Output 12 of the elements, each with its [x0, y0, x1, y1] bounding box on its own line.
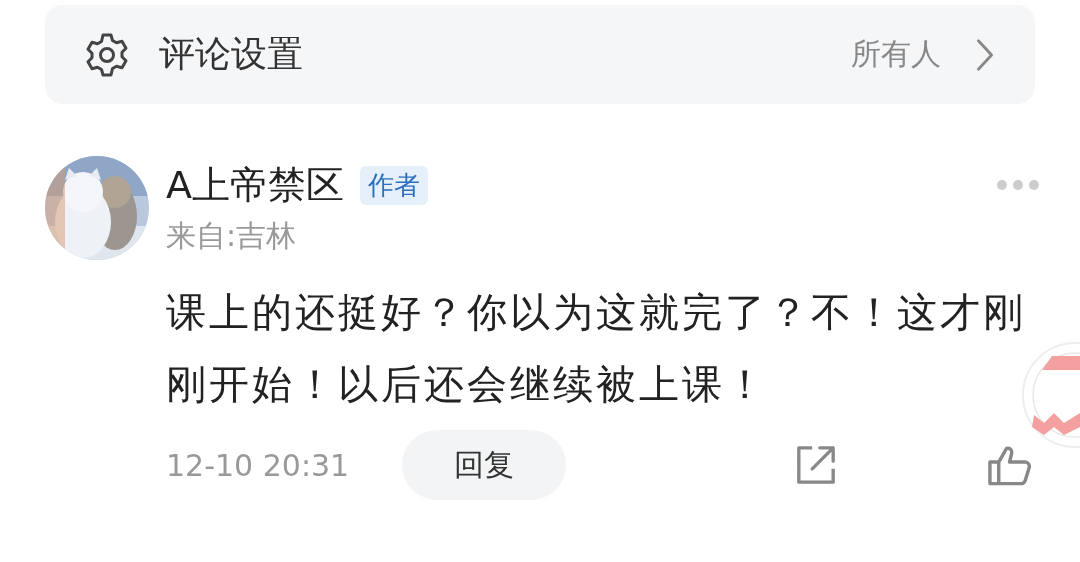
chevron-right-icon — [975, 37, 995, 72]
author-badge: 作者 — [360, 165, 428, 205]
comment-time: 12-10 20:31 — [166, 447, 351, 483]
settings-value: 所有人 — [851, 35, 941, 73]
author-name[interactable]: A上帝禁区 — [166, 159, 344, 211]
thumbs-up-icon[interactable] — [987, 444, 1032, 486]
comment-text: 课上的还挺好？你以为这就完了？不！这才刚刚开始！以后还会继续被上课！ — [166, 288, 1027, 409]
settings-label: 评论设置 — [159, 32, 303, 76]
reply-button[interactable]: 回复 — [402, 430, 566, 500]
comment-settings-bar[interactable]: 评论设置 所有人 — [45, 5, 1035, 104]
share-icon[interactable] — [795, 444, 837, 486]
location-text: 来自:吉林 — [166, 217, 298, 255]
